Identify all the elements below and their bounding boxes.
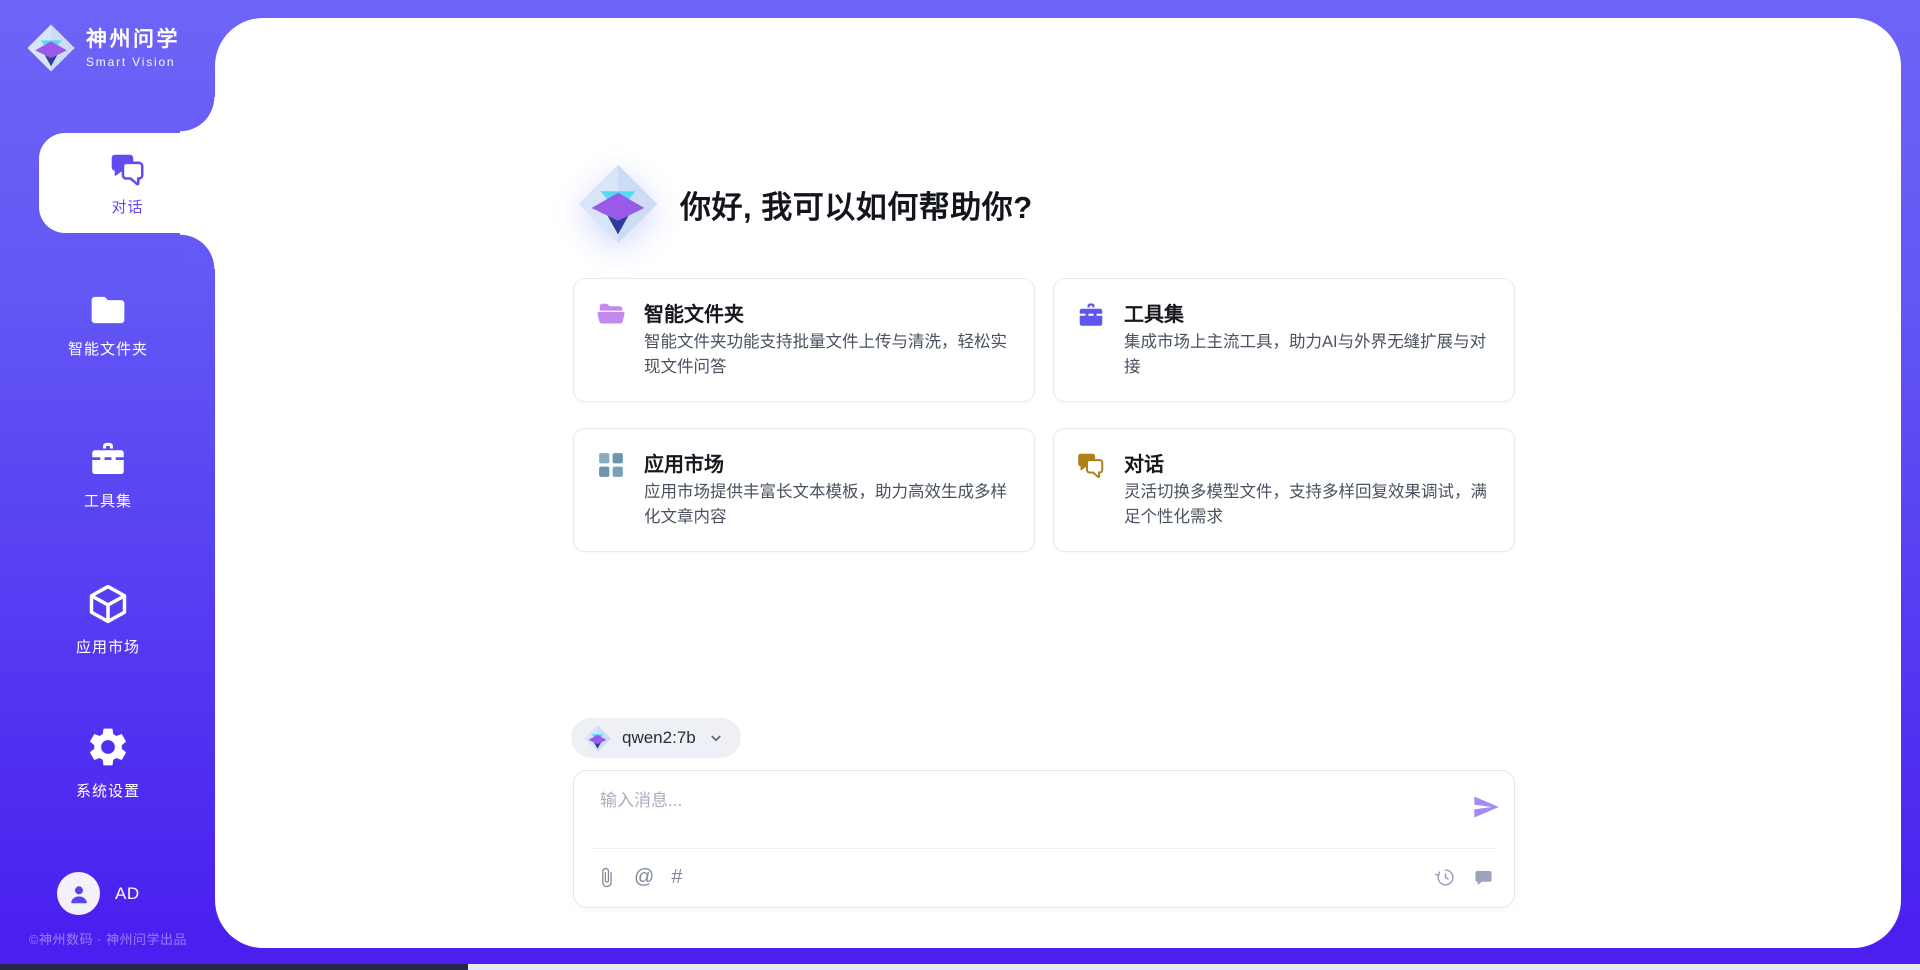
send-icon <box>1472 793 1500 821</box>
sidebar-item-app-market[interactable]: 应用市场 <box>0 582 216 657</box>
composer-toolbar-right <box>1434 866 1494 888</box>
sidebar-tab-curve-bottom <box>180 233 216 269</box>
paperclip-icon <box>596 867 617 888</box>
chevron-down-icon <box>707 729 725 747</box>
folder-open-icon <box>596 300 626 330</box>
greeting: 你好, 我可以如何帮助你? <box>578 164 1033 244</box>
copyright-text: ©神州数码 · 神州问学出品 <box>0 929 216 948</box>
send-button[interactable] <box>1472 793 1500 821</box>
grid-icon <box>596 450 626 480</box>
model-logo-icon <box>584 725 611 752</box>
feature-cards: 智能文件夹 智能文件夹功能支持批量文件上传与清洗，轻松实现文件问答 工具集 集成… <box>573 278 1515 552</box>
card-description: 集成市场上主流工具，助力AI与外界无缝扩展与对接 <box>1124 330 1498 380</box>
gear-icon <box>85 724 131 770</box>
sidebar-item-settings[interactable]: 系统设置 <box>0 724 216 801</box>
composer-toolbar: @ # <box>596 855 1494 899</box>
chat-icon <box>1076 450 1106 480</box>
brand-text: 神州问学 Smart Vision <box>86 28 180 69</box>
assistant-logo-icon <box>578 164 658 244</box>
app-root: 神州问学 Smart Vision 对话 智能文件夹 工具集 <box>0 0 1920 970</box>
sidebar-tab-curve-top <box>180 97 216 133</box>
briefcase-icon <box>1076 300 1106 330</box>
topic-button[interactable]: # <box>671 866 682 888</box>
card-toolset[interactable]: 工具集 集成市场上主流工具，助力AI与外界无缝扩展与对接 <box>1053 278 1515 402</box>
sidebar-item-label: 智能文件夹 <box>68 338 148 359</box>
history-button[interactable] <box>1434 866 1456 888</box>
card-app-market[interactable]: 应用市场 应用市场提供丰富长文本模板，助力高效生成多样化文章内容 <box>573 428 1035 552</box>
sidebar-item-label: 对话 <box>111 196 143 217</box>
sidebar-item-label: 工具集 <box>84 490 132 511</box>
sidebar-item-chat[interactable]: 对话 <box>39 133 216 233</box>
model-selector[interactable]: qwen2:7b <box>571 718 741 758</box>
card-title: 智能文件夹 <box>644 298 744 327</box>
card-description: 应用市场提供丰富长文本模板，助力高效生成多样化文章内容 <box>644 480 1018 530</box>
greeting-text: 你好, 我可以如何帮助你? <box>680 182 1033 227</box>
at-icon: @ <box>634 866 654 888</box>
sidebar-item-smart-folder[interactable]: 智能文件夹 <box>0 292 216 359</box>
history-icon <box>1434 866 1456 888</box>
attach-file-button[interactable] <box>596 867 617 888</box>
sidebar: 神州问学 Smart Vision 对话 智能文件夹 工具集 <box>0 0 216 970</box>
card-title: 工具集 <box>1124 298 1184 327</box>
brand-logo-icon <box>27 24 75 72</box>
avatar <box>57 872 100 915</box>
hash-icon: # <box>671 866 682 888</box>
brand: 神州问学 Smart Vision <box>27 24 180 72</box>
message-composer: @ # <box>573 770 1515 908</box>
brand-subtitle: Smart Vision <box>86 55 180 69</box>
brand-name: 神州问学 <box>86 28 180 52</box>
person-icon <box>66 881 92 907</box>
card-chat[interactable]: 对话 灵活切换多模型文件，支持多样回复效果调试，满足个性化需求 <box>1053 428 1515 552</box>
folder-icon <box>88 292 128 328</box>
sidebar-item-label: 系统设置 <box>76 780 140 801</box>
user-chip[interactable]: AD <box>57 872 140 915</box>
main-panel: 你好, 我可以如何帮助你? 智能文件夹 智能文件夹功能支持批量文件上传与清洗，轻… <box>215 18 1901 948</box>
cube-icon <box>86 582 130 626</box>
card-title: 对话 <box>1124 448 1164 477</box>
message-bubble-icon <box>1473 867 1494 888</box>
feedback-button[interactable] <box>1473 867 1494 888</box>
model-name: qwen2:7b <box>622 728 696 748</box>
sidebar-item-toolset[interactable]: 工具集 <box>0 438 216 511</box>
taskbar-edge <box>0 964 1920 970</box>
message-input[interactable] <box>598 784 1452 844</box>
mention-button[interactable]: @ <box>634 866 654 888</box>
briefcase-icon <box>87 438 129 480</box>
chat-icon <box>109 150 147 188</box>
user-initials: AD <box>115 884 140 904</box>
card-description: 智能文件夹功能支持批量文件上传与清洗，轻松实现文件问答 <box>644 330 1018 380</box>
sidebar-item-label: 应用市场 <box>76 636 140 657</box>
card-title: 应用市场 <box>644 448 724 477</box>
composer-divider <box>592 848 1496 849</box>
card-smart-folder[interactable]: 智能文件夹 智能文件夹功能支持批量文件上传与清洗，轻松实现文件问答 <box>573 278 1035 402</box>
card-description: 灵活切换多模型文件，支持多样回复效果调试，满足个性化需求 <box>1124 480 1498 530</box>
